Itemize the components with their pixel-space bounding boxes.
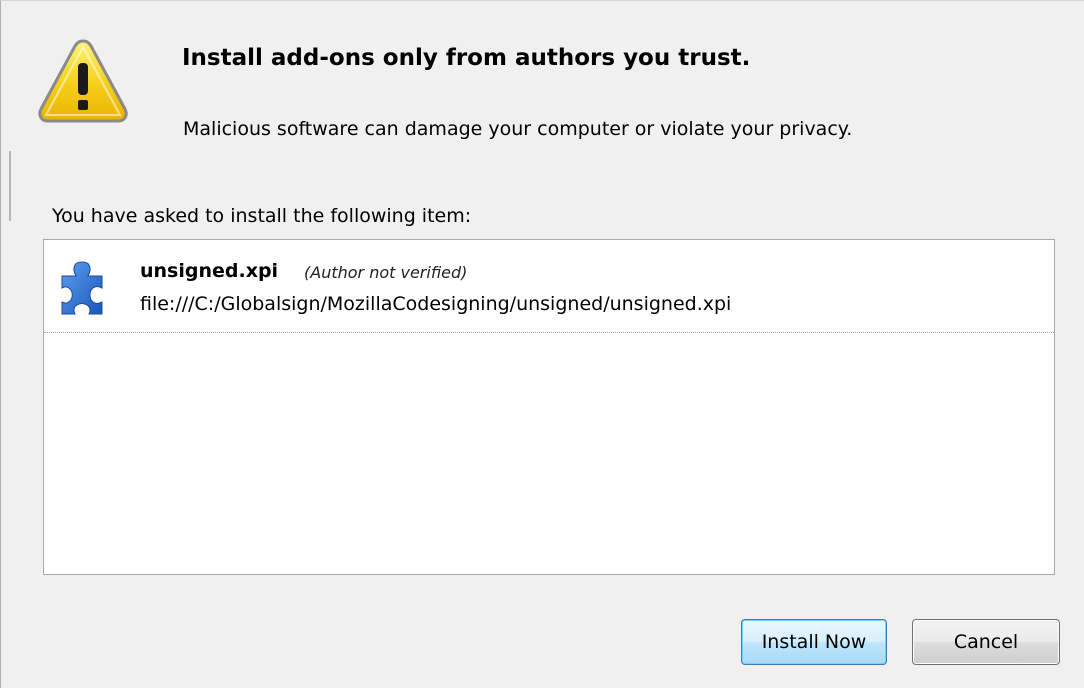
- install-item-list[interactable]: unsigned.xpi (Author not verified) file:…: [43, 239, 1055, 575]
- dialog-heading: Install add-ons only from authors you tr…: [182, 45, 751, 71]
- install-list-label: You have asked to install the following …: [52, 205, 472, 227]
- window-edge-divider: [9, 151, 11, 221]
- install-now-button[interactable]: Install Now: [741, 619, 887, 665]
- item-name: unsigned.xpi: [140, 260, 279, 282]
- install-addon-dialog: Install add-ons only from authors you tr…: [0, 0, 1084, 688]
- list-item[interactable]: unsigned.xpi (Author not verified) file:…: [44, 240, 1054, 333]
- item-file-path: file:///C:/Globalsign/MozillaCodesigning…: [140, 293, 732, 315]
- puzzle-piece-icon: [61, 261, 103, 315]
- dialog-warning-text: Malicious software can damage your compu…: [183, 118, 853, 140]
- cancel-button[interactable]: Cancel: [912, 619, 1060, 665]
- author-not-verified-note: (Author not verified): [304, 263, 468, 282]
- warning-icon: [38, 39, 128, 123]
